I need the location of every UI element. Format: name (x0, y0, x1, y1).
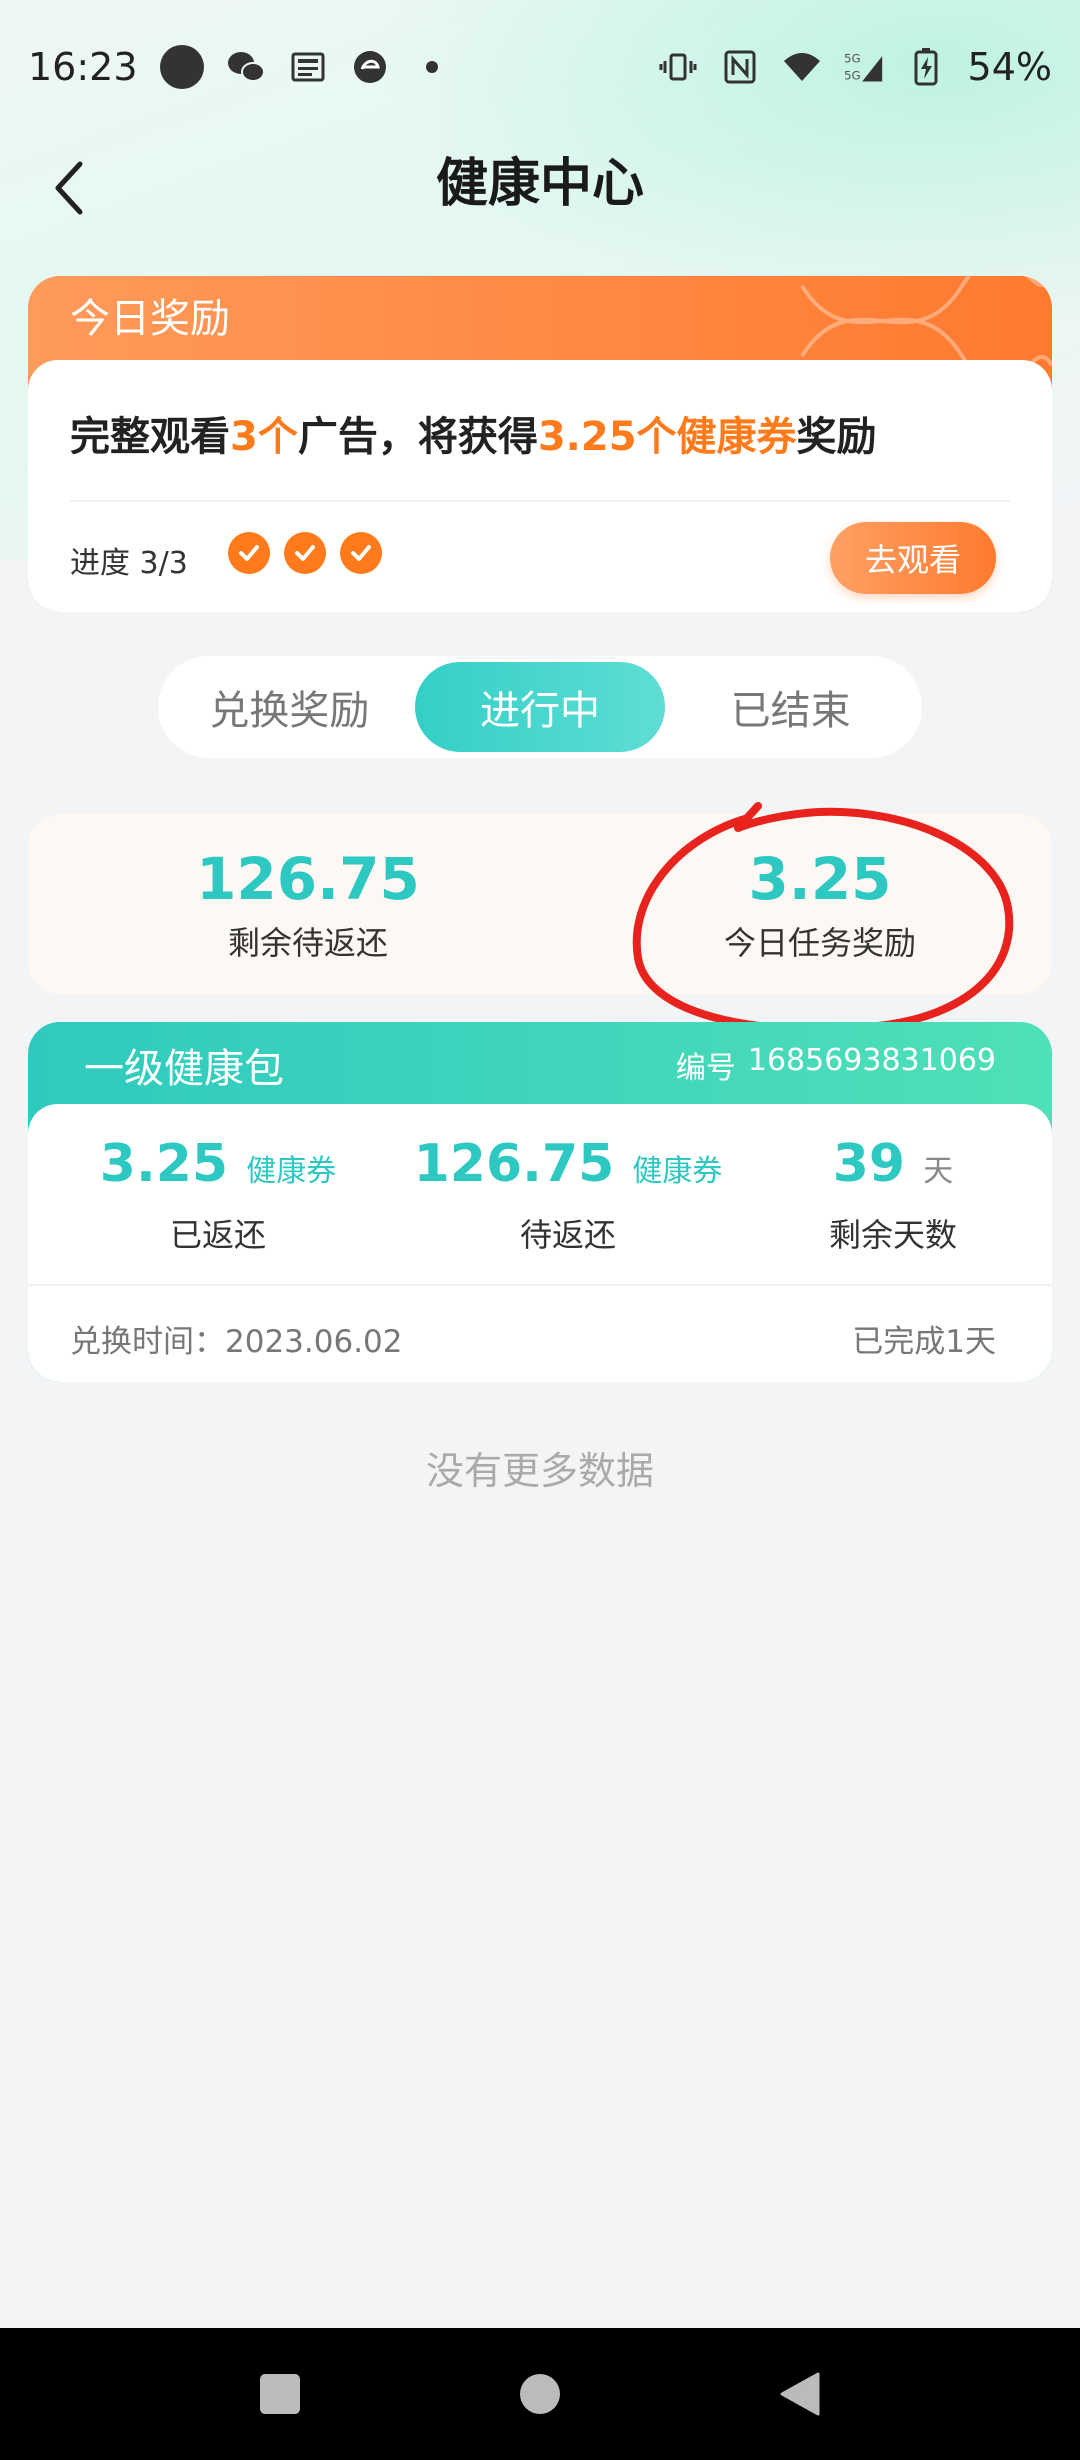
annotation-circle (632, 802, 1014, 1034)
remaining-label: 剩余待返还 (227, 924, 388, 962)
days-unit: 天 (923, 1154, 954, 1189)
page-header: 健康中心 (0, 134, 1080, 234)
page-title: 健康中心 (435, 154, 644, 214)
square-icon (260, 2374, 300, 2414)
tab-exchange-reward[interactable]: 兑换奖励 (164, 662, 415, 752)
returned-value: 3.25 (99, 1134, 229, 1194)
days-value: 39 (832, 1134, 906, 1194)
divider (28, 1284, 1052, 1286)
remaining-value: 126.75 (196, 845, 420, 913)
battery-percent: 54% (967, 45, 1052, 89)
home-button[interactable] (510, 2364, 570, 2424)
tab-in-progress[interactable]: 进行中 (414, 662, 666, 752)
wechat-icon (226, 47, 266, 87)
pending-label: 待返还 (519, 1216, 616, 1254)
pending-unit: 健康券 (632, 1154, 723, 1189)
recent-apps-button[interactable] (250, 2364, 310, 2424)
vibrate-icon (658, 47, 698, 87)
package-number: 编号 1685693831069 (675, 1043, 996, 1086)
exchange-time: 兑换时间：2023.06.02 (70, 1324, 403, 1360)
daily-reward-card: 今日奖励 完整观看3个广告，将获得3.25个健康券奖励 进度 3/3 去观看 (28, 276, 1052, 612)
completed-days: 已完成1天 (852, 1324, 996, 1360)
check-icon (228, 532, 270, 574)
back-button[interactable] (30, 148, 110, 228)
reward-description: 完整观看3个广告，将获得3.25个健康券奖励 (70, 414, 877, 460)
days-stat: 39 天 剩余天数 (758, 1132, 1028, 1256)
pending-stat: 126.75 健康券 待返还 (378, 1132, 758, 1256)
svg-text:5G: 5G (844, 51, 861, 65)
circle-icon (159, 45, 204, 89)
signal-icon: 5G 5G (844, 47, 884, 87)
back-nav-button[interactable] (770, 2364, 830, 2424)
pending-value: 126.75 (413, 1134, 615, 1194)
tab-ended[interactable]: 已结束 (665, 662, 916, 752)
check-icon (284, 532, 326, 574)
returned-unit: 健康券 (246, 1154, 337, 1189)
package-body: 3.25 健康券 已返还 126.75 健康券 待返还 39 天 剩余天数 兑换… (28, 1104, 1052, 1382)
progress-checks (228, 532, 382, 574)
dna-decoration-icon (800, 276, 1052, 366)
dot-icon (412, 47, 452, 87)
package-title: 一级健康包 (84, 1046, 284, 1092)
battery-icon (906, 47, 946, 87)
news-icon (288, 47, 328, 87)
divider (70, 500, 1010, 502)
health-package-card[interactable]: 一级健康包 编号 1685693831069 3.25 健康券 已返还 126.7… (28, 1022, 1052, 1382)
watch-ad-button[interactable]: 去观看 (830, 522, 996, 594)
nfc-icon (720, 47, 760, 87)
circle-icon (520, 2374, 560, 2414)
returned-stat: 3.25 健康券 已返还 (58, 1132, 378, 1256)
status-tabs: 兑换奖励 进行中 已结束 (158, 656, 922, 758)
status-time: 16:23 (28, 45, 138, 89)
triangle-back-icon (780, 2372, 820, 2416)
system-nav-bar (0, 2328, 1080, 2460)
no-more-data-text: 没有更多数据 (425, 1449, 654, 1493)
chevron-left-icon (55, 161, 83, 215)
check-icon (340, 532, 382, 574)
package-header: 一级健康包 编号 1685693831069 (28, 1022, 1052, 1108)
remaining-summary: 126.75 剩余待返还 (108, 844, 508, 964)
progress-label: 进度 3/3 (70, 546, 188, 581)
svg-text:5G: 5G (844, 69, 861, 83)
returned-label: 已返还 (169, 1216, 266, 1254)
days-label: 剩余天数 (828, 1216, 957, 1254)
wifi-icon (782, 47, 822, 87)
daily-reward-body: 完整观看3个广告，将获得3.25个健康券奖励 进度 3/3 去观看 (28, 360, 1052, 612)
browser-icon (350, 47, 390, 87)
status-bar: 16:23 5G 5G 54% (0, 0, 1080, 134)
